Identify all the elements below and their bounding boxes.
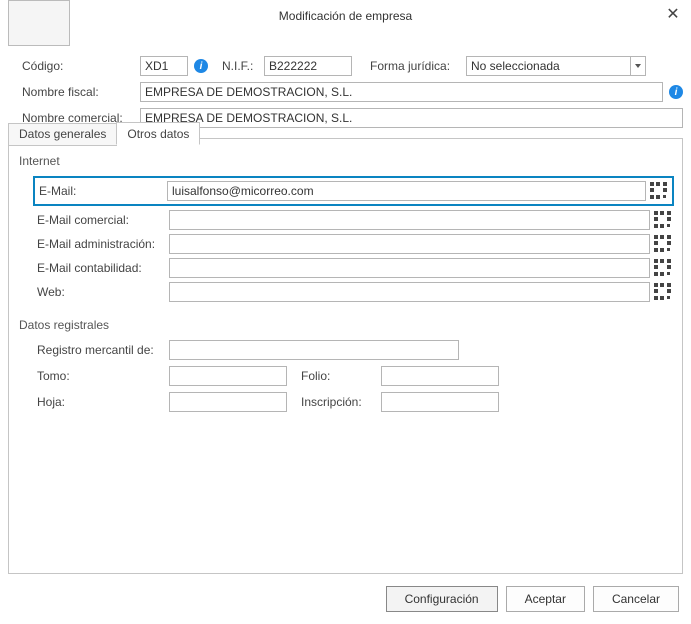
web-row: Web: bbox=[37, 282, 672, 302]
aceptar-button[interactable]: Aceptar bbox=[506, 586, 585, 612]
email-administracion-row: E-Mail administración: bbox=[37, 234, 672, 254]
qr-icon[interactable] bbox=[654, 235, 672, 253]
folio-label: Folio: bbox=[301, 369, 381, 383]
email-administracion-label: E-Mail administración: bbox=[37, 237, 169, 251]
tomo-input[interactable] bbox=[169, 366, 287, 386]
logo-placeholder[interactable] bbox=[8, 0, 70, 46]
tomo-label: Tomo: bbox=[37, 369, 169, 383]
cancelar-button[interactable]: Cancelar bbox=[593, 586, 679, 612]
email-contabilidad-label: E-Mail contabilidad: bbox=[37, 261, 169, 275]
registro-mercantil-label: Registro mercantil de: bbox=[37, 343, 169, 357]
section-registrales: Datos registrales bbox=[19, 318, 672, 332]
tab-datos-generales[interactable]: Datos generales bbox=[8, 123, 117, 146]
tab-panel: Internet E-Mail: E-Mail comercial: E-Mai… bbox=[8, 138, 683, 574]
web-input[interactable] bbox=[169, 282, 650, 302]
configuracion-button[interactable]: Configuración bbox=[386, 586, 498, 612]
nombre-fiscal-label: Nombre fiscal: bbox=[22, 85, 134, 99]
window-title: Modificación de empresa bbox=[279, 9, 412, 23]
hoja-inscripcion-row: Hoja: Inscripción: bbox=[37, 392, 672, 412]
tab-otros-datos[interactable]: Otros datos bbox=[116, 122, 200, 145]
registro-mercantil-input[interactable] bbox=[169, 340, 459, 360]
info-icon[interactable]: i bbox=[669, 85, 683, 99]
codigo-label: Código: bbox=[22, 59, 134, 73]
email-row: E-Mail: bbox=[33, 176, 674, 206]
nif-label: N.I.F.: bbox=[222, 59, 258, 73]
nombre-comercial-input[interactable] bbox=[140, 108, 683, 128]
qr-icon[interactable] bbox=[654, 259, 672, 277]
registro-mercantil-row: Registro mercantil de: bbox=[37, 340, 672, 360]
footer-buttons: Configuración Aceptar Cancelar bbox=[386, 586, 679, 612]
tab-headers: Datos generales Otros datos bbox=[8, 122, 199, 145]
chevron-down-icon[interactable] bbox=[630, 56, 646, 76]
inscripcion-input[interactable] bbox=[381, 392, 499, 412]
forma-juridica-combo[interactable] bbox=[466, 56, 646, 76]
inscripcion-label: Inscripción: bbox=[301, 395, 381, 409]
forma-juridica-label: Forma jurídica: bbox=[370, 59, 460, 73]
email-comercial-label: E-Mail comercial: bbox=[37, 213, 169, 227]
qr-icon[interactable] bbox=[650, 182, 668, 200]
info-icon[interactable]: i bbox=[194, 59, 208, 73]
codigo-input[interactable] bbox=[140, 56, 188, 76]
qr-icon[interactable] bbox=[654, 283, 672, 301]
close-icon[interactable]: ✕ bbox=[663, 4, 683, 24]
email-label: E-Mail: bbox=[39, 184, 167, 198]
web-label: Web: bbox=[37, 285, 169, 299]
email-administracion-input[interactable] bbox=[169, 234, 650, 254]
titlebar: Modificación de empresa ✕ bbox=[0, 0, 691, 32]
email-input[interactable] bbox=[167, 181, 646, 201]
section-internet: Internet bbox=[19, 154, 672, 168]
email-contabilidad-input[interactable] bbox=[169, 258, 650, 278]
hoja-input[interactable] bbox=[169, 392, 287, 412]
forma-juridica-input[interactable] bbox=[466, 56, 630, 76]
qr-icon[interactable] bbox=[654, 211, 672, 229]
email-contabilidad-row: E-Mail contabilidad: bbox=[37, 258, 672, 278]
folio-input[interactable] bbox=[381, 366, 499, 386]
email-comercial-input[interactable] bbox=[169, 210, 650, 230]
hoja-label: Hoja: bbox=[37, 395, 169, 409]
tomo-folio-row: Tomo: Folio: bbox=[37, 366, 672, 386]
nombre-fiscal-input[interactable] bbox=[140, 82, 663, 102]
email-comercial-row: E-Mail comercial: bbox=[37, 210, 672, 230]
nif-input[interactable] bbox=[264, 56, 352, 76]
